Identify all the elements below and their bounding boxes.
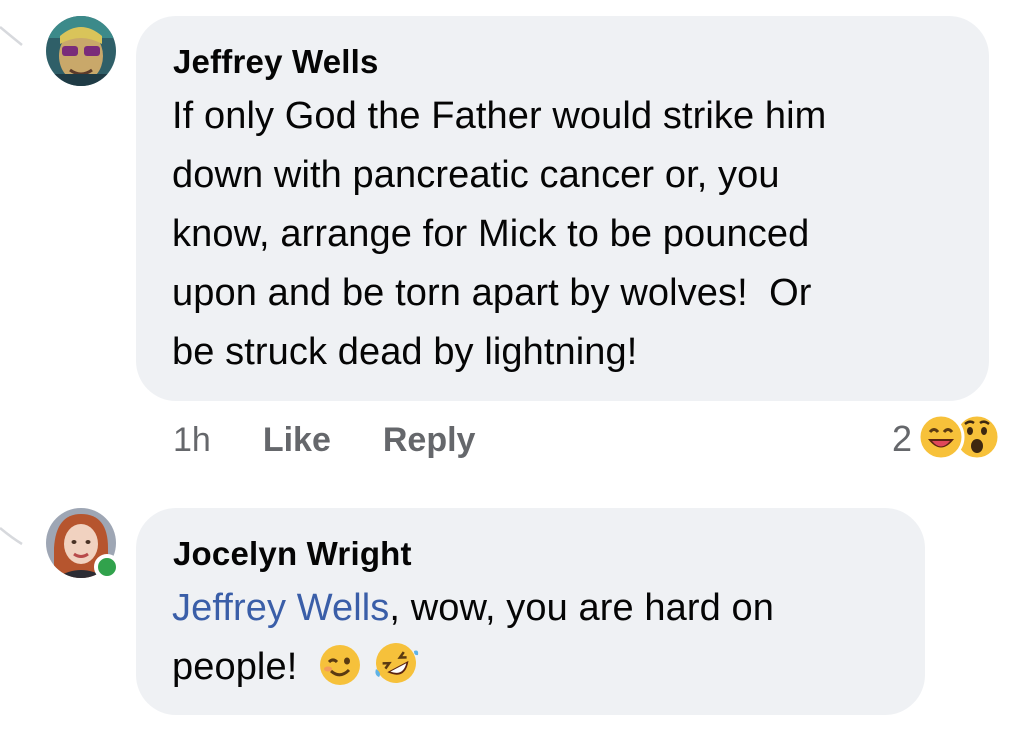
reaction-summary[interactable]: 2 (892, 412, 1002, 467)
avatar-jeffrey-wells[interactable] (46, 16, 116, 86)
comment-text-line: know, arrange for Mick to be pounced (172, 213, 810, 255)
online-status-dot (94, 554, 120, 580)
winking-face-icon (318, 643, 362, 705)
comment-text-line: down with pancreatic cancer or, you (172, 154, 780, 196)
haha-icon (916, 412, 966, 467)
thread-line (0, 26, 23, 46)
comment-actions: 1h Like Reply (173, 418, 527, 462)
comment-text-line: upon and be torn apart by wolves! Or (172, 272, 812, 314)
comment-author[interactable]: Jocelyn Wright (173, 534, 412, 574)
mention-link[interactable]: Jeffrey Wells (172, 587, 389, 629)
comment-text: If only God the Father would strike him … (172, 87, 972, 382)
comment-text-fragment: people! (172, 646, 309, 688)
comment-text-line: people! (172, 638, 912, 705)
like-button[interactable]: Like (263, 421, 331, 460)
reply-button[interactable]: Reply (383, 421, 476, 460)
thread-line (0, 527, 23, 546)
comment-text-line: be struck dead by lightning! (172, 331, 638, 373)
reaction-count: 2 (892, 418, 913, 459)
comment-bubble: Jocelyn Wright Jeffrey Wells, wow, you a… (136, 508, 925, 715)
comment-timestamp[interactable]: 1h (173, 421, 211, 460)
rolling-laughing-icon (372, 639, 420, 705)
comment-text-line: If only God the Father would strike him (172, 95, 827, 137)
comment-text: Jeffrey Wells, wow, you are hard on peop… (172, 579, 912, 705)
comment-text-fragment: , wow, you are hard on (389, 587, 774, 629)
avatar-jocelyn-wright[interactable] (46, 508, 120, 580)
comment-author[interactable]: Jeffrey Wells (173, 42, 379, 82)
comment-text-line: Jeffrey Wells, wow, you are hard on (172, 579, 912, 638)
comment-bubble: Jeffrey Wells If only God the Father wou… (136, 16, 989, 401)
